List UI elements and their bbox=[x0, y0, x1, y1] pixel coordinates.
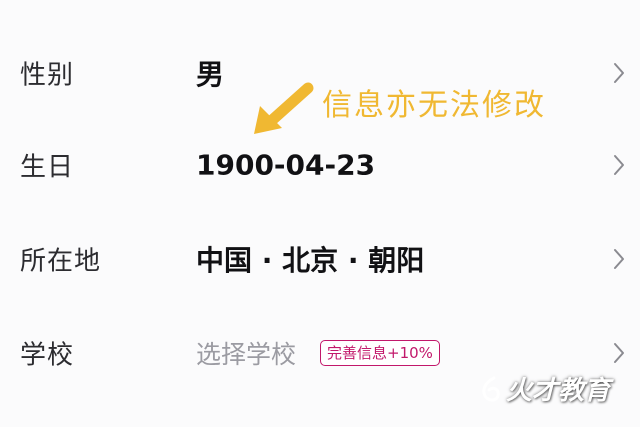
annotation-arrow-icon bbox=[246, 82, 316, 142]
school-label: 学校 bbox=[20, 340, 75, 371]
annotation-text: 信息亦无法修改 bbox=[322, 88, 546, 123]
gender-label: 性别 bbox=[20, 60, 75, 91]
profile-screen: 性别 男 生日 1900-04-23 所在地 中国 · 北京 · 朝阳 学校 选… bbox=[0, 0, 640, 427]
location-row[interactable]: 所在地 中国 · 北京 · 朝阳 bbox=[0, 229, 640, 289]
chevron-right-icon bbox=[612, 247, 626, 271]
birthday-value: 1900-04-23 bbox=[196, 148, 376, 182]
complete-info-badge: 完善信息+10% bbox=[320, 340, 440, 366]
watermark-text: 火才教育 bbox=[505, 376, 610, 406]
school-placeholder: 选择学校 bbox=[196, 340, 297, 369]
chevron-right-icon bbox=[612, 153, 626, 177]
gender-value: 男 bbox=[196, 58, 225, 91]
chevron-right-icon bbox=[612, 341, 626, 365]
location-value: 中国 · 北京 · 朝阳 bbox=[196, 244, 425, 277]
location-label: 所在地 bbox=[20, 246, 102, 277]
birthday-row[interactable]: 生日 1900-04-23 bbox=[0, 135, 640, 195]
watermark: 火才教育 bbox=[480, 370, 610, 407]
brand-logo-icon bbox=[482, 376, 500, 402]
chevron-right-icon bbox=[612, 61, 626, 85]
birthday-label: 生日 bbox=[20, 152, 75, 183]
